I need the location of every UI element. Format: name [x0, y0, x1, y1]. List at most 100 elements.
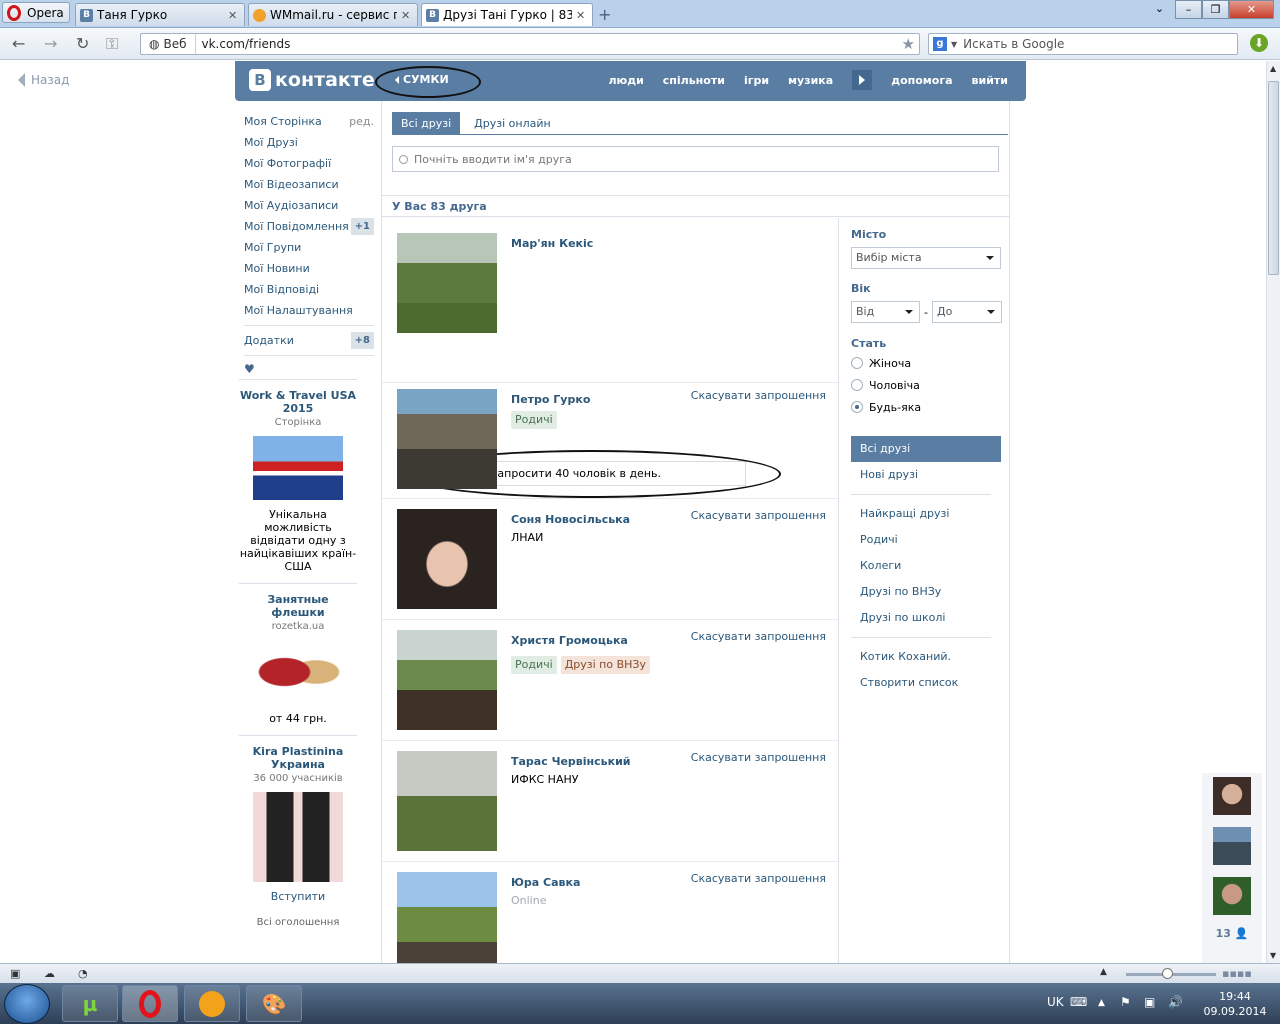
list-all-friends[interactable]: Всі друзі [851, 436, 1001, 462]
menu-my-answers[interactable]: Мої Відповіді [244, 279, 374, 300]
nav-logout[interactable]: вийти [972, 74, 1008, 90]
window-close-icon[interactable]: ✕ [1229, 0, 1274, 19]
back-link[interactable]: Назад [18, 73, 69, 87]
list-custom[interactable]: Котик Коханий. [851, 644, 1001, 670]
menu-my-friends[interactable]: Мої Друзі [244, 132, 374, 153]
list-new-friends[interactable]: Нові друзі [851, 462, 1001, 488]
aimp-taskbar-button[interactable] [184, 985, 240, 1022]
cancel-invite-link[interactable]: Скасувати запрошення [691, 389, 826, 402]
menu-my-news[interactable]: Мої Новини [244, 258, 374, 279]
friend-name[interactable]: Тарас Червінський [511, 755, 631, 768]
chat-avatar[interactable] [1213, 877, 1251, 915]
nav-music[interactable]: музика [788, 74, 833, 90]
nav-people[interactable]: люди [608, 74, 643, 90]
close-icon[interactable]: ✕ [401, 9, 413, 22]
opera-taskbar-button[interactable] [122, 985, 178, 1022]
online-friends-count[interactable]: 13 👤 [1202, 927, 1262, 940]
friend-name[interactable]: Мар'ян Кекіс [511, 237, 593, 250]
scroll-up-icon[interactable]: ▲ [1270, 64, 1276, 73]
web-badge[interactable]: ◍ Веб [141, 34, 196, 54]
forward-arrow-icon[interactable]: → [44, 34, 57, 53]
friend-name[interactable]: Христя Громоцька [511, 634, 628, 647]
list-relatives[interactable]: Родичі [851, 527, 1001, 553]
ad-title[interactable]: Занятные флешки [239, 593, 357, 619]
age-from-select[interactable]: Від [851, 301, 920, 323]
language-indicator[interactable]: UK [1047, 995, 1064, 1009]
zoom-up-icon[interactable]: ▲ [1100, 967, 1107, 977]
clock[interactable]: 19:44 09.09.2014 [1200, 989, 1270, 1019]
utorrent-taskbar-button[interactable]: µ [62, 985, 118, 1022]
tag-relatives[interactable]: Родичі [511, 656, 557, 674]
action-center-flag-icon[interactable]: ⚑ [1120, 995, 1131, 1009]
friend-name[interactable]: Юра Савка [511, 876, 580, 889]
new-tab-icon[interactable]: + [598, 5, 611, 24]
age-to-select[interactable]: До [931, 301, 1002, 323]
start-button[interactable] [4, 984, 50, 1024]
ad-image-elephant[interactable] [253, 436, 343, 500]
friend-avatar[interactable] [397, 389, 497, 489]
heart-icon[interactable]: ♥ [244, 362, 374, 376]
tag-university-friends[interactable]: Друзі по ВНЗу [560, 656, 650, 674]
gender-female-radio[interactable]: Жіноча [851, 352, 1009, 374]
friend-name[interactable]: Соня Новосільська [511, 513, 630, 526]
bookmark-star-icon[interactable]: ★ [902, 35, 915, 53]
menu-apps[interactable]: Додатки +8 [244, 330, 374, 351]
friend-avatar[interactable] [397, 751, 497, 851]
zoom-level-indicator[interactable]: ▪▪▪▪ [1222, 967, 1252, 980]
gender-any-radio[interactable]: Будь-яка [851, 396, 1009, 418]
search-field[interactable]: g ▼ Искать в Google [928, 33, 1238, 55]
zoom-slider[interactable] [1126, 968, 1216, 979]
menu-my-groups[interactable]: Мої Групи [244, 237, 374, 258]
ad-title[interactable]: Kira Plastinina Украина [239, 745, 357, 771]
ad-block[interactable]: Занятные флешки rozetka.ua от 44 грн. [239, 583, 357, 735]
ad-image-kira-plastinina[interactable] [253, 792, 343, 882]
ad-image-flash-drive[interactable] [253, 640, 343, 704]
browser-tab[interactable]: B Таня Гурко ✕ [75, 3, 245, 26]
show-hidden-icons-icon[interactable]: ▲ [1098, 998, 1105, 1008]
menu-my-page[interactable]: Моя Сторінка ред. [244, 111, 374, 132]
menu-my-photos[interactable]: Мої Фотографії [244, 153, 374, 174]
friend-avatar[interactable] [397, 630, 497, 730]
chat-avatar[interactable] [1213, 827, 1251, 865]
scrollbar-thumb[interactable] [1268, 81, 1279, 275]
address-bar[interactable]: ◍ Веб vk.com/friends ★ [140, 33, 920, 55]
minimize-icon[interactable]: – [1175, 0, 1202, 19]
menu-my-settings[interactable]: Мої Налаштування [244, 300, 374, 321]
nav-help[interactable]: допомога [891, 74, 952, 90]
menu-my-videos[interactable]: Мої Відеозаписи [244, 174, 374, 195]
url-text[interactable]: vk.com/friends [196, 37, 291, 51]
tab-all-friends[interactable]: Всі друзі [392, 112, 461, 135]
list-best-friends[interactable]: Найкращі друзі [851, 501, 1001, 527]
cancel-invite-link[interactable]: Скасувати запрошення [691, 751, 826, 764]
create-list-link[interactable]: Створити список [851, 670, 1001, 696]
reload-icon[interactable]: ↻ [76, 34, 89, 53]
scroll-down-icon[interactable]: ▼ [1270, 951, 1276, 960]
ad-title[interactable]: Work & Travel USA 2015 [239, 389, 357, 415]
ad-block[interactable]: Kira Plastinina Украина 36 000 учасників… [239, 735, 357, 913]
cancel-invite-link[interactable]: Скасувати запрошення [691, 630, 826, 643]
nav-communities[interactable]: спільноти [663, 74, 725, 90]
speed-dial-icon[interactable]: ◔ [78, 967, 88, 980]
friend-search-input[interactable]: Почніть вводити ім'я друга [392, 146, 999, 172]
list-school[interactable]: Друзі по школі [851, 605, 1001, 631]
list-colleagues[interactable]: Колеги [851, 553, 1001, 579]
close-icon[interactable]: ✕ [576, 9, 588, 22]
menu-my-messages[interactable]: Мої Повідомлення +1 [244, 216, 374, 237]
play-icon[interactable] [852, 70, 873, 90]
cancel-invite-link[interactable]: Скасувати запрошення [691, 509, 826, 522]
tag-relatives[interactable]: Родичі [511, 411, 557, 429]
paint-taskbar-button[interactable]: 🎨 [246, 985, 302, 1022]
friend-avatar[interactable] [397, 509, 497, 609]
zoom-slider-knob[interactable] [1162, 968, 1173, 979]
list-university[interactable]: Друзі по ВНЗу [851, 579, 1001, 605]
vk-logo[interactable]: В контакте [249, 69, 375, 91]
vertical-scrollbar[interactable]: ▲ ▼ [1266, 61, 1280, 963]
friend-name[interactable]: Петро Гурко [511, 393, 590, 406]
friend-avatar[interactable] [397, 233, 497, 333]
edit-link[interactable]: ред. [349, 111, 374, 132]
cancel-invite-link[interactable]: Скасувати запрошення [691, 872, 826, 885]
browser-tab[interactable]: WMmail.ru - сервис п... ✕ [248, 3, 418, 26]
opera-menu-button[interactable]: Opera [2, 2, 70, 23]
restore-icon[interactable]: ❐ [1202, 0, 1229, 19]
browser-tab-active[interactable]: B Друзі Тані Гурко | 83 д... ✕ [421, 3, 593, 26]
